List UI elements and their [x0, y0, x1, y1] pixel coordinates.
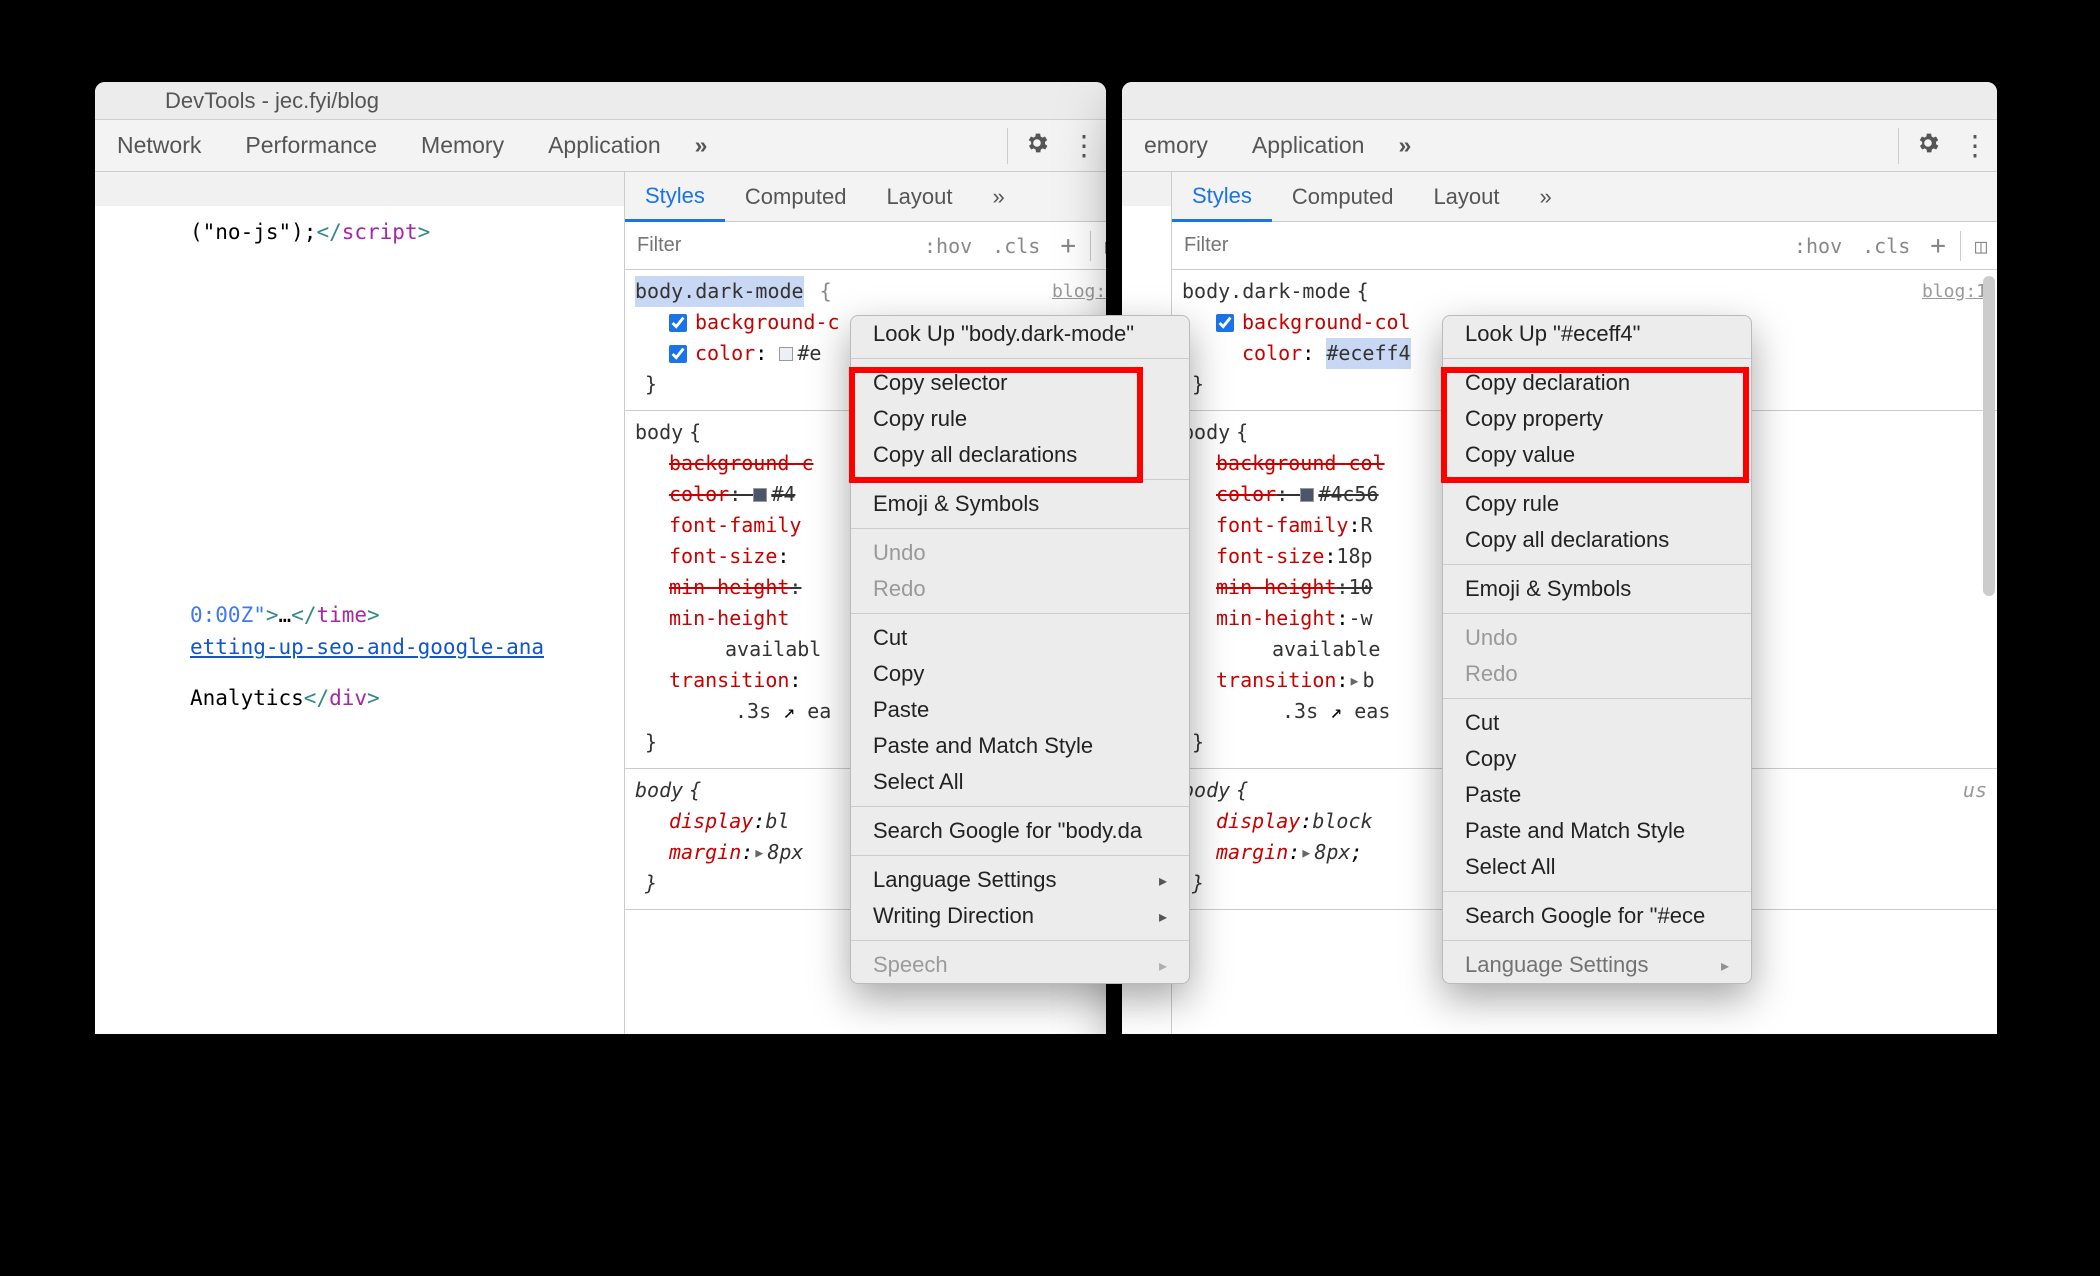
cm-copy[interactable]: Copy	[1443, 741, 1751, 777]
new-rule-button[interactable]: +	[1050, 231, 1086, 261]
cm-undo: Undo	[851, 535, 1189, 571]
elements-highlight-row[interactable]	[95, 172, 624, 206]
cm-select-all[interactable]: Select All	[851, 764, 1189, 800]
tab-more[interactable]: »	[683, 132, 720, 159]
tab-layout[interactable]: Layout	[1413, 172, 1519, 221]
cls-toggle[interactable]: .cls	[1852, 234, 1920, 258]
selector-text[interactable]: body	[635, 775, 683, 806]
cm-undo: Undo	[1443, 620, 1751, 656]
titlebar-right-empty	[1122, 82, 1997, 120]
cm-emoji[interactable]: Emoji & Symbols	[1443, 571, 1751, 607]
cm-copy-value[interactable]: Copy value	[1443, 437, 1751, 473]
filter-row: :hov .cls + ◫	[625, 222, 1106, 270]
tab-memory-partial[interactable]: emory	[1122, 132, 1230, 159]
cm-lookup[interactable]: Look Up "body.dark-mode"	[851, 316, 1189, 352]
cm-speech[interactable]: Speech	[851, 947, 1189, 983]
source-link[interactable]: blog:1	[1052, 278, 1106, 306]
tab-more-right[interactable]: »	[1386, 132, 1423, 159]
tab-styles[interactable]: Styles	[625, 173, 725, 222]
tab-application[interactable]: Application	[526, 132, 683, 159]
main-toolbar-right: emory Application » ⋮	[1122, 120, 1997, 172]
cm-search-google[interactable]: Search Google for "#ece	[1443, 898, 1751, 934]
elements-panel: ("no-js");</script> 0:00Z">…</time> etti…	[95, 172, 625, 1034]
cm-writing-direction[interactable]: Writing Direction	[851, 898, 1189, 934]
scrollbar-thumb[interactable]	[1983, 276, 1995, 596]
decl-checkbox[interactable]	[669, 345, 687, 363]
cm-copy-all-decl[interactable]: Copy all declarations	[851, 437, 1189, 473]
color-value-highlighted[interactable]: #eceff4	[1326, 338, 1410, 369]
cm-redo: Redo	[1443, 656, 1751, 692]
cm-copy-all-decl[interactable]: Copy all declarations	[1443, 522, 1751, 558]
tab-computed[interactable]: Computed	[1272, 172, 1414, 221]
filter-row-right: :hov .cls + ◫	[1172, 222, 1997, 270]
source-link[interactable]: blog:1	[1922, 278, 1987, 306]
tab-computed[interactable]: Computed	[725, 172, 867, 221]
selector-text[interactable]: body.dark-mode	[1182, 276, 1351, 307]
sidebar-toggle-icon[interactable]: ◫	[1095, 234, 1106, 258]
color-swatch-icon[interactable]	[779, 347, 793, 361]
settings-gear-icon[interactable]	[1905, 130, 1951, 162]
selector-text[interactable]: body.dark-mode	[635, 276, 804, 307]
window-title: DevTools - jec.fyi/blog	[165, 88, 379, 114]
decl-checkbox[interactable]	[1216, 314, 1234, 332]
filter-input[interactable]	[1172, 234, 1784, 257]
cm-paste[interactable]: Paste	[1443, 777, 1751, 813]
tab-application-right[interactable]: Application	[1230, 132, 1387, 159]
selector-text[interactable]: body	[635, 417, 683, 448]
cm-cut[interactable]: Cut	[1443, 705, 1751, 741]
tab-styles[interactable]: Styles	[1172, 173, 1272, 222]
cm-copy[interactable]: Copy	[851, 656, 1189, 692]
styles-tabs: Styles Computed Layout »	[625, 172, 1106, 222]
new-rule-button[interactable]: +	[1920, 231, 1956, 261]
code-link-line[interactable]: etting-up-seo-and-google-ana	[95, 631, 624, 664]
decl-checkbox[interactable]	[669, 314, 687, 332]
cm-copy-declaration[interactable]: Copy declaration	[1443, 365, 1751, 401]
cm-language-settings[interactable]: Language Settings	[851, 862, 1189, 898]
cm-search-google[interactable]: Search Google for "body.da	[851, 813, 1189, 849]
context-menu-value[interactable]: Look Up "#eceff4" Copy declaration Copy …	[1442, 315, 1752, 984]
cm-cut[interactable]: Cut	[851, 620, 1189, 656]
cm-language-settings[interactable]: Language Settings	[1443, 947, 1751, 983]
hov-toggle[interactable]: :hov	[914, 234, 982, 258]
cm-copy-rule[interactable]: Copy rule	[1443, 486, 1751, 522]
code-time-line[interactable]: 0:00Z">…</time>	[95, 599, 624, 632]
cm-copy-rule[interactable]: Copy rule	[851, 401, 1189, 437]
more-menu-icon[interactable]: ⋮	[1951, 129, 1997, 162]
cm-copy-property[interactable]: Copy property	[1443, 401, 1751, 437]
tab-memory[interactable]: Memory	[399, 132, 526, 159]
cm-lookup[interactable]: Look Up "#eceff4"	[1443, 316, 1751, 352]
cm-copy-selector[interactable]: Copy selector	[851, 365, 1189, 401]
tab-styles-more[interactable]: »	[973, 172, 1025, 221]
cm-paste-match[interactable]: Paste and Match Style	[851, 728, 1189, 764]
cm-select-all[interactable]: Select All	[1443, 849, 1751, 885]
cm-paste[interactable]: Paste	[851, 692, 1189, 728]
cls-toggle[interactable]: .cls	[982, 234, 1050, 258]
color-swatch-icon[interactable]	[753, 488, 767, 502]
hov-toggle[interactable]: :hov	[1784, 234, 1852, 258]
window-titlebar: DevTools - jec.fyi/blog	[95, 82, 1106, 120]
cm-paste-match[interactable]: Paste and Match Style	[1443, 813, 1751, 849]
ua-source-label: us	[1963, 775, 1987, 806]
context-menu-selector[interactable]: Look Up "body.dark-mode" Copy selector C…	[850, 315, 1190, 984]
tab-layout[interactable]: Layout	[866, 172, 972, 221]
tab-styles-more[interactable]: »	[1520, 172, 1572, 221]
cm-emoji[interactable]: Emoji & Symbols	[851, 486, 1189, 522]
tab-network[interactable]: Network	[95, 132, 223, 159]
tab-performance[interactable]: Performance	[223, 132, 399, 159]
more-menu-icon[interactable]: ⋮	[1060, 129, 1106, 162]
settings-gear-icon[interactable]	[1014, 130, 1060, 162]
code-script-close[interactable]: ("no-js");</script>	[95, 216, 624, 249]
toolbar-separator	[1007, 128, 1008, 164]
sidebar-toggle-icon[interactable]: ◫	[1965, 234, 1997, 258]
main-toolbar: Network Performance Memory Application »…	[95, 120, 1106, 172]
code-analytics-line[interactable]: Analytics</div>	[95, 682, 624, 715]
filter-input[interactable]	[625, 234, 914, 257]
cm-redo: Redo	[851, 571, 1189, 607]
styles-tabs-right: Styles Computed Layout »	[1172, 172, 1997, 222]
color-swatch-icon[interactable]	[1300, 488, 1314, 502]
